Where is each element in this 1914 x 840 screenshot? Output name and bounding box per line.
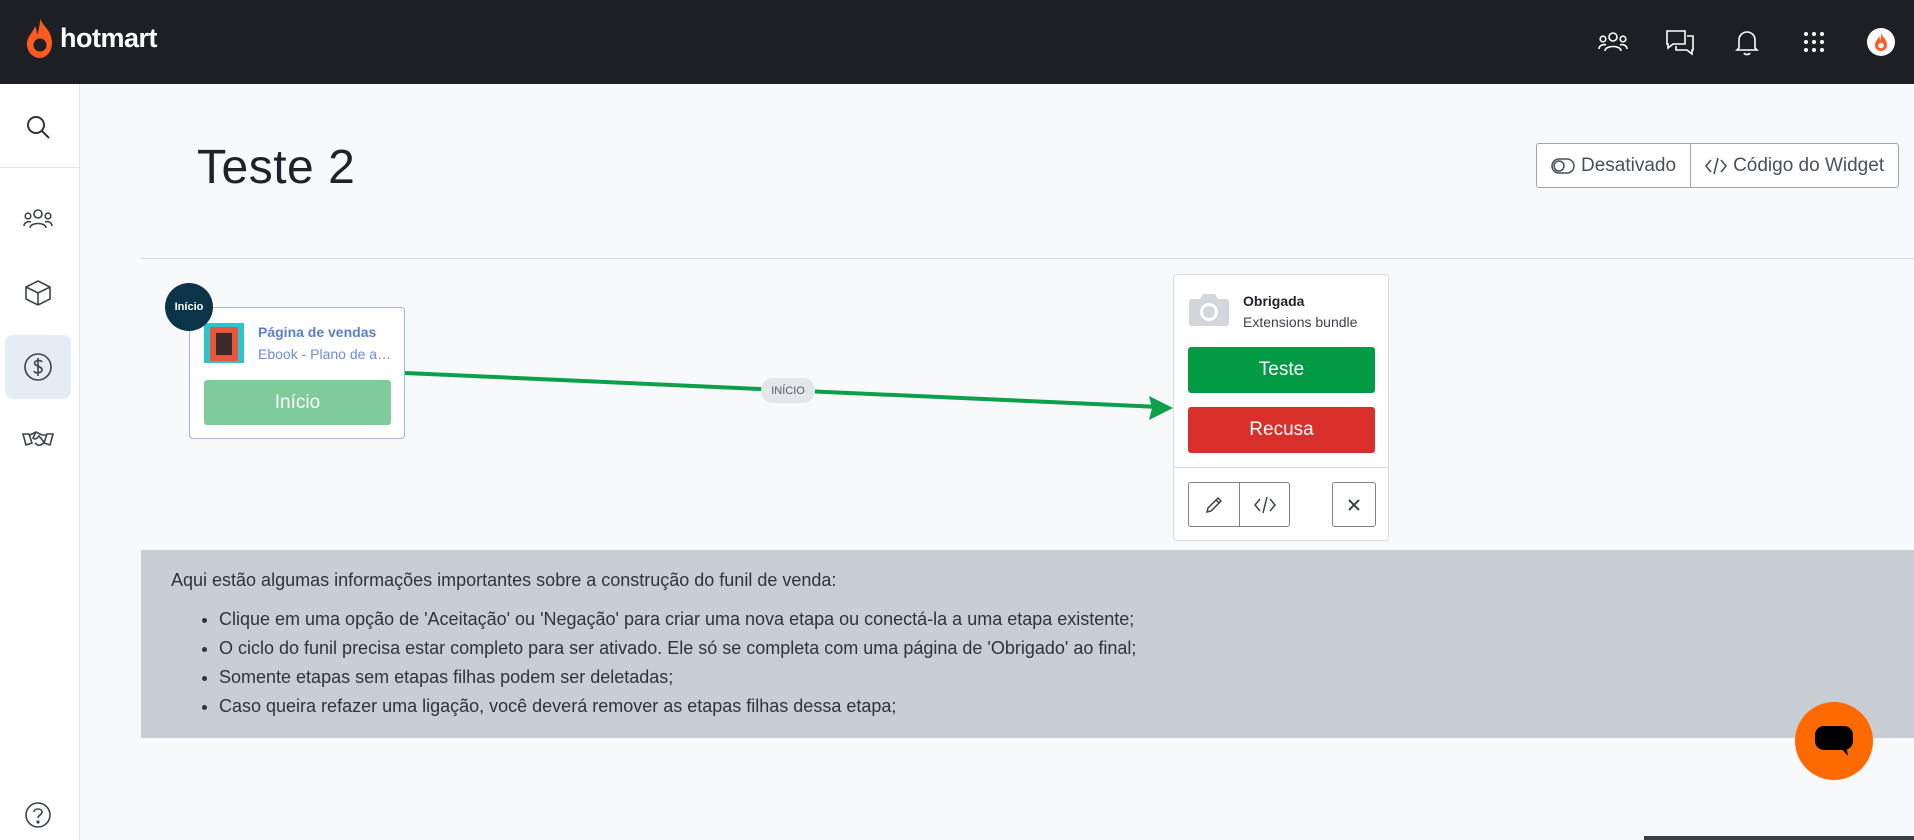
chat-widget-button[interactable]	[1795, 702, 1873, 780]
info-list: Clique em uma opção de 'Aceitação' ou 'N…	[171, 605, 1884, 721]
close-icon	[1348, 498, 1360, 511]
code-icon	[1253, 496, 1276, 513]
card-divider	[1174, 467, 1388, 468]
step-tools	[1188, 482, 1290, 527]
thank-you-subtitle: Extensions bundle	[1243, 314, 1358, 330]
chat-icon	[1815, 726, 1853, 756]
bottom-scrollbar[interactable]	[1644, 836, 1914, 840]
connector-arrowhead	[1149, 396, 1173, 420]
info-intro: Aqui estão algumas informações important…	[171, 570, 837, 590]
ebook-thumbnail	[204, 323, 244, 363]
step-title: Página de vendas	[258, 324, 377, 340]
edit-step-button[interactable]	[1189, 483, 1239, 526]
refuse-button[interactable]: Recusa	[1188, 407, 1375, 453]
step-subtitle: Ebook - Plano de ação para emagrecer	[258, 346, 392, 362]
thank-you-title: Obrigada	[1243, 293, 1305, 309]
list-item: Caso queira refazer uma ligação, você de…	[219, 692, 1884, 721]
edge-label: INÍCIO	[761, 378, 815, 403]
accept-button[interactable]: Teste	[1188, 347, 1375, 393]
thank-you-step: Obrigada Extensions bundle Teste Recusa	[1173, 274, 1389, 541]
camera-icon	[1188, 291, 1230, 332]
step-code-button[interactable]	[1239, 483, 1289, 526]
start-button[interactable]: Início	[204, 380, 391, 425]
list-item: Somente etapas sem etapas filhas podem s…	[219, 663, 1884, 692]
start-badge: Início	[165, 283, 213, 331]
list-item: O ciclo do funil precisa estar completo …	[219, 634, 1884, 663]
list-item: Clique em uma opção de 'Aceitação' ou 'N…	[219, 605, 1884, 634]
sales-page-step[interactable]: Página de vendas Ebook - Plano de ação p…	[189, 307, 405, 439]
pencil-icon	[1205, 496, 1223, 513]
delete-step-button[interactable]	[1332, 482, 1376, 527]
funnel-info-panel: Aqui estão algumas informações important…	[141, 550, 1914, 738]
